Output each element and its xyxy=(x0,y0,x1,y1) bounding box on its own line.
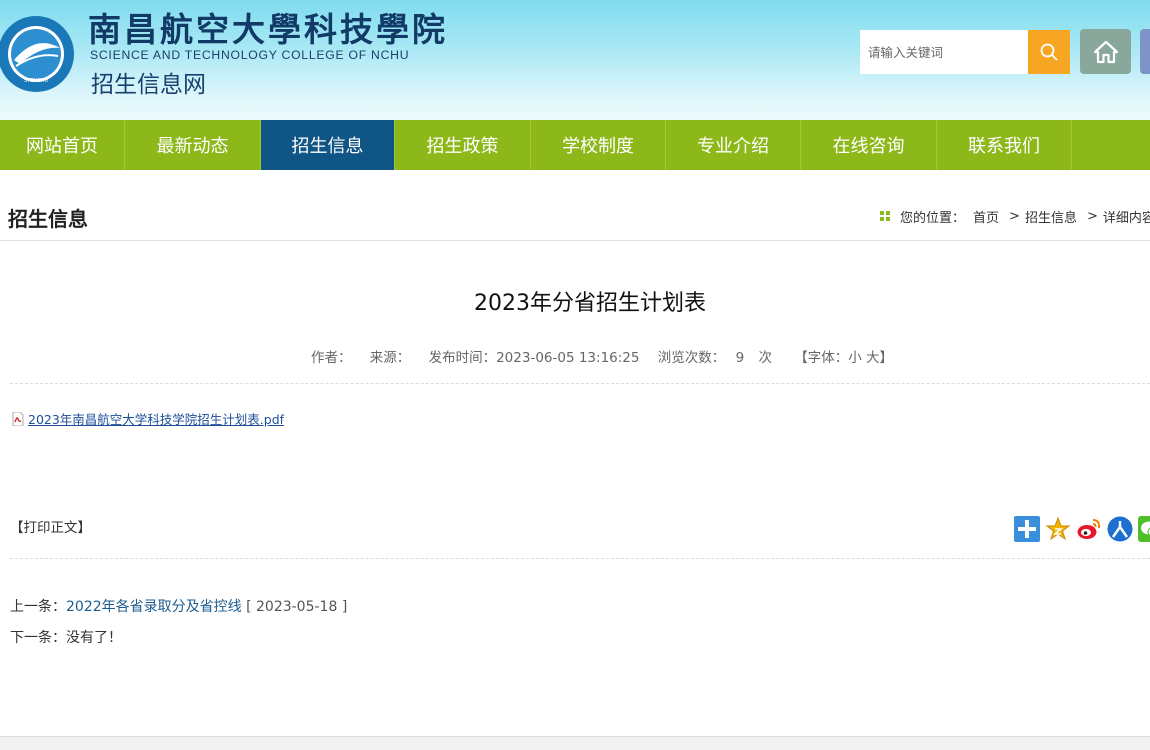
header-extra-button[interactable] xyxy=(1140,29,1150,74)
attachment-row: 2023年南昌航空大学科技学院招生计划表.pdf xyxy=(12,409,284,428)
share-more-icon[interactable] xyxy=(1014,516,1040,542)
author-label: 作者： xyxy=(311,350,352,366)
publish-time: 发布时间：2023-06-05 13:16:25 xyxy=(428,350,640,366)
grid-icon xyxy=(880,211,890,221)
attachment-link[interactable]: 2023年南昌航空大学科技学院招生计划表.pdf xyxy=(28,409,284,428)
school-name-en: SCIENCE AND TECHNOLOGY COLLEGE OF NCHU xyxy=(90,48,410,62)
views-unit: 次 xyxy=(758,350,772,366)
main-nav: 网站首页 最新动态 招生信息 招生政策 学校制度 专业介绍 在线咨询 联系我们 xyxy=(0,120,1150,170)
breadcrumb-separator: > xyxy=(1086,209,1098,224)
breadcrumb-prefix: 您的位置： xyxy=(900,211,966,226)
source-label: 来源： xyxy=(369,350,411,366)
site-header: STCNCHU 南昌航空大學科技學院 SCIENCE AND TECHNOLOG… xyxy=(0,0,1150,120)
nav-item-rules[interactable]: 学校制度 xyxy=(531,120,666,170)
views-count: 9 xyxy=(735,350,745,366)
prev-article-link[interactable]: 2022年各省录取分及省控线 xyxy=(66,599,242,615)
prev-article-date: [ 2023-05-18 ] xyxy=(246,599,348,615)
breadcrumb-current: 详细内容 xyxy=(1102,211,1150,226)
share-bar xyxy=(1014,516,1150,542)
wechat-icon[interactable] xyxy=(1138,516,1150,542)
breadcrumb: 您的位置： 首页 > 招生信息 > 详细内容 xyxy=(880,207,1150,226)
nav-item-majors[interactable]: 专业介绍 xyxy=(666,120,801,170)
breadcrumb-admission-info[interactable]: 招生信息 xyxy=(1025,207,1077,226)
school-emblem-icon: STCNCHU xyxy=(0,16,74,92)
nav-item-policy[interactable]: 招生政策 xyxy=(395,120,531,170)
site-name: 招生信息网 xyxy=(91,72,206,98)
views-label: 浏览次数： xyxy=(657,350,726,366)
footer xyxy=(0,736,1150,750)
divider xyxy=(10,383,1150,384)
nav-item-consult[interactable]: 在线咨询 xyxy=(801,120,937,170)
article-meta: 作者： 来源： 发布时间：2023-06-05 13:16:25 浏览次数： 9… xyxy=(311,346,907,366)
nav-item-contact[interactable]: 联系我们 xyxy=(937,120,1072,170)
home-icon xyxy=(1093,40,1118,63)
favorite-star-icon[interactable] xyxy=(1045,516,1071,542)
next-label: 下一条： xyxy=(10,630,66,646)
search-icon xyxy=(1040,43,1058,61)
prev-article: 上一条：2022年各省录取分及省控线 [ 2023-05-18 ] xyxy=(10,596,347,616)
next-article: 下一条：没有了！ xyxy=(10,627,122,647)
font-size-toggle[interactable]: 【字体：小 大】 xyxy=(794,350,893,366)
prev-label: 上一条： xyxy=(10,599,66,615)
page-title: 招生信息 xyxy=(8,207,88,231)
school-name-cn: 南昌航空大學科技學院 xyxy=(88,10,448,49)
search-input[interactable] xyxy=(860,30,1028,74)
divider xyxy=(10,558,1150,559)
weibo-icon[interactable] xyxy=(1076,516,1102,542)
pdf-file-icon xyxy=(12,411,24,426)
breadcrumb-separator: > xyxy=(1009,209,1020,224)
print-button[interactable]: 【打印正文】 xyxy=(10,516,91,536)
divider xyxy=(0,240,1150,241)
nav-item-home[interactable]: 网站首页 xyxy=(0,120,125,170)
article-title: 2023年分省招生计划表 xyxy=(474,291,706,316)
breadcrumb-home[interactable]: 首页 xyxy=(973,207,999,226)
emblem-text: STCNCHU xyxy=(24,78,48,84)
renren-icon[interactable] xyxy=(1107,516,1133,542)
nav-item-news[interactable]: 最新动态 xyxy=(125,120,261,170)
nav-item-admission-info[interactable]: 招生信息 xyxy=(261,120,395,170)
home-button[interactable] xyxy=(1080,29,1131,74)
search-button[interactable] xyxy=(1028,30,1070,74)
next-article-text: 没有了！ xyxy=(66,630,122,646)
